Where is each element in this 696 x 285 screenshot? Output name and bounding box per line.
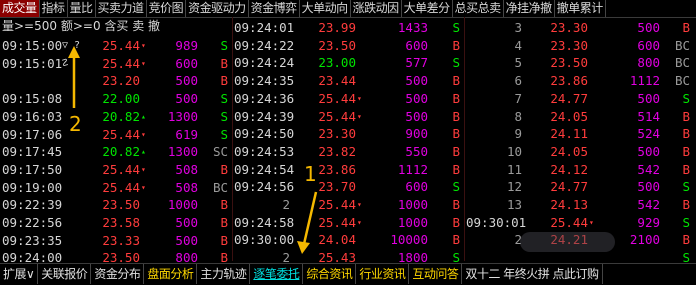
annotation-arrow-1	[297, 191, 318, 254]
annotation-arrows	[68, 46, 318, 254]
annotation-arrow-2	[68, 46, 80, 108]
annotation-label-1: 1	[304, 162, 317, 186]
annotation-label-2: 2	[69, 112, 82, 136]
